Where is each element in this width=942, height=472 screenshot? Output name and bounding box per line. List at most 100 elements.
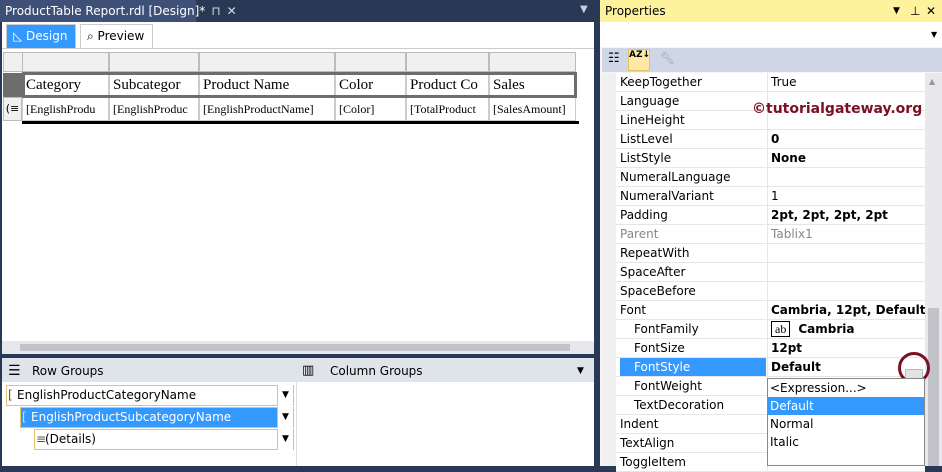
table-detail-cell[interactable]: [Color] (335, 97, 406, 121)
report-designer-pane: ProductTable Report.rdl [Design]* ⊓ ✕ ▼ ◺ … (0, 0, 596, 466)
row-group-item[interactable]: [EnglishProductSubcategoryName ▼ (20, 407, 294, 428)
property-row[interactable]: SpaceAfter (616, 263, 925, 282)
tab-preview-label: Preview (97, 29, 145, 43)
property-name: Indent (620, 417, 659, 431)
property-name: ListLevel (620, 132, 673, 146)
header-row-frame (22, 72, 577, 98)
design-surface: ◺ Design ⌕ Preview (≡ Category [EnglishPro… (2, 22, 594, 354)
property-value[interactable]: 2pt, 2pt, 2pt, 2pt (767, 206, 925, 224)
property-name: NumeralLanguage (620, 170, 731, 184)
properties-toolbar: ☷ AZ↓ 🔧︎ (602, 48, 942, 72)
column-handle[interactable] (335, 52, 406, 72)
property-value[interactable] (767, 168, 925, 186)
column-handle[interactable] (406, 52, 489, 72)
tab-design-label: Design (26, 29, 68, 43)
property-row[interactable]: FontStyle Default (616, 358, 925, 377)
property-value-text: 1 (771, 189, 779, 203)
property-name: LineHeight (620, 113, 685, 127)
property-value[interactable] (767, 263, 925, 281)
close-icon[interactable]: ✕ (926, 0, 936, 22)
property-row[interactable]: FontSize 12pt (616, 339, 925, 358)
properties-pane: Properties ▼ ⊥ ✕ ▼ ☷ AZ↓ 🔧︎ KeepTogether… (600, 0, 942, 472)
property-name: FontFamily (634, 322, 699, 336)
property-name: Parent (620, 227, 659, 241)
scrollbar-thumb[interactable] (928, 308, 939, 466)
group-dropdown-icon[interactable]: ▼ (277, 429, 293, 450)
property-row[interactable]: Font Cambria, 12pt, Default, Default (616, 301, 925, 320)
column-handle[interactable] (199, 52, 335, 72)
scrollbar-thumb[interactable] (20, 344, 570, 351)
property-value[interactable]: 1 (767, 187, 925, 205)
table-detail-cell[interactable]: [EnglishProdu (22, 97, 109, 121)
property-name: TextAlign (620, 436, 675, 450)
column-handle[interactable] (489, 52, 576, 72)
property-value-text: 2pt, 2pt, 2pt, 2pt (771, 208, 888, 222)
property-row[interactable]: NumeralLanguage (616, 168, 925, 187)
property-row[interactable]: FontFamily ab Cambria (616, 320, 925, 339)
property-value[interactable]: ab Cambria (767, 320, 925, 338)
row-group-item[interactable]: [EnglishProductCategoryName ▼ (6, 385, 294, 406)
vertical-scrollbar[interactable]: ▲ (925, 73, 942, 466)
property-row[interactable]: Parent Tablix1 (616, 225, 925, 244)
property-value[interactable] (767, 244, 925, 262)
column-handle[interactable] (22, 52, 109, 72)
column-groups-dropdown-icon[interactable]: ▼ (577, 358, 584, 384)
property-row[interactable]: RepeatWith (616, 244, 925, 263)
property-value[interactable]: 0 (767, 130, 925, 148)
property-name: SpaceBefore (620, 284, 696, 298)
group-dropdown-icon[interactable]: ▼ (277, 385, 293, 406)
table-detail-cell[interactable]: [SalesAmount] (489, 97, 576, 121)
property-row[interactable]: NumeralVariant 1 (616, 187, 925, 206)
row-handle-header[interactable] (3, 73, 22, 97)
object-selector-dropdown[interactable]: ▼ (600, 22, 942, 47)
dropdown-option[interactable]: Italic (768, 433, 924, 451)
property-value[interactable]: 12pt (767, 339, 925, 357)
row-group-item[interactable]: ≡ (Details) ▼ (34, 429, 294, 450)
grouping-header: ☰ Row Groups ▥ Column Groups ▼ (2, 358, 594, 382)
alphabetical-sort-icon[interactable]: AZ↓ (628, 49, 650, 71)
table-detail-cell[interactable]: [EnglishProductName] (199, 97, 335, 121)
property-value[interactable] (767, 282, 925, 300)
row-group-handle-icon[interactable]: (≡ (3, 97, 22, 121)
property-row[interactable]: SpaceBefore (616, 282, 925, 301)
property-row[interactable]: ListLevel 0 (616, 130, 925, 149)
dropdown-option[interactable]: Default (768, 397, 924, 415)
property-value[interactable]: Cambria, 12pt, Default, Default (767, 301, 925, 319)
table-detail-cell[interactable]: [TotalProduct (406, 97, 489, 121)
tab-preview[interactable]: ⌕ Preview (80, 24, 154, 48)
dropdown-option[interactable]: <Expression...> (768, 379, 924, 397)
close-icon[interactable]: ✕ (227, 4, 237, 18)
property-value[interactable]: None (767, 149, 925, 167)
group-bracket-icon: [ (8, 388, 13, 402)
property-row[interactable]: Padding 2pt, 2pt, 2pt, 2pt (616, 206, 925, 225)
horizontal-scrollbar[interactable] (2, 341, 594, 354)
window-menu-icon[interactable]: ▼ (893, 0, 900, 22)
pin-icon[interactable]: ⊥ (910, 0, 920, 22)
document-menu-chevron-icon[interactable]: ▼ (580, 4, 588, 15)
group-dropdown-icon[interactable]: ▼ (277, 407, 293, 428)
document-tab[interactable]: ProductTable Report.rdl [Design]* ⊓ ✕ (0, 0, 237, 22)
property-name: Font (620, 303, 647, 317)
column-handle[interactable] (109, 52, 199, 72)
property-pages-wrench-icon[interactable]: 🔧︎ (660, 51, 675, 65)
column-groups-label: Column Groups (330, 364, 423, 378)
property-name: NumeralVariant (620, 189, 714, 203)
pin-icon[interactable]: ⊓ (211, 4, 220, 18)
property-value-text: None (771, 151, 806, 165)
property-row[interactable]: KeepTogether True (616, 73, 925, 92)
property-value-text: Cambria, 12pt, Default, Default (771, 303, 925, 317)
property-value[interactable]: Tablix1 (767, 225, 925, 243)
tab-design[interactable]: ◺ Design (6, 24, 77, 48)
categorized-icon[interactable]: ☷ (608, 51, 620, 66)
corner-handle[interactable] (3, 52, 23, 72)
property-value-text: 12pt (771, 341, 803, 355)
property-row[interactable]: ListStyle None (616, 149, 925, 168)
row-groups-label: Row Groups (32, 364, 104, 378)
scroll-up-icon[interactable]: ▲ (929, 77, 935, 86)
property-name: ListStyle (620, 151, 672, 165)
dropdown-option[interactable]: Normal (768, 415, 924, 433)
property-name: FontSize (634, 341, 685, 355)
table-detail-cell[interactable]: [EnglishProduc (109, 97, 199, 121)
row-shadow (22, 121, 579, 124)
property-value[interactable]: True (767, 73, 925, 91)
